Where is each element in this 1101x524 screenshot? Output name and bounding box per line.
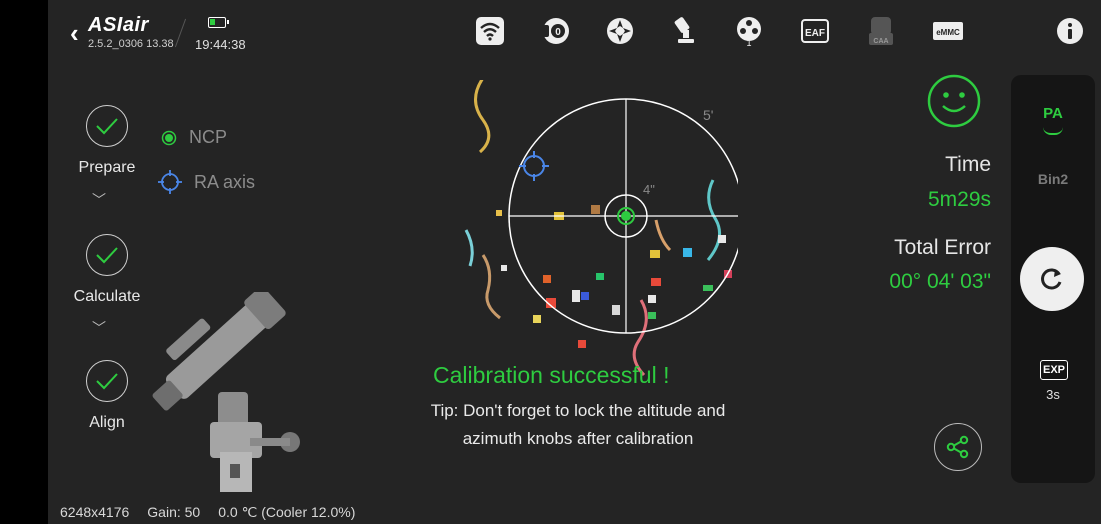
ra-crosshair-icon	[158, 170, 182, 194]
bin-button[interactable]: Bin2	[1011, 171, 1095, 187]
total-error-value: 00° 04' 03"	[889, 270, 991, 293]
app-logo: ASIair	[88, 14, 149, 36]
calibration-success-message: Calibration successful !	[433, 362, 670, 388]
tip-line-1: Tip: Don't forget to lock the altitude a…	[430, 401, 726, 420]
back-chevron-icon[interactable]: ‹	[70, 18, 79, 49]
mode-pa-button[interactable]: PA	[1011, 105, 1095, 122]
caa-label: CAA	[873, 38, 888, 45]
tip-message: Tip: Don't forget to lock the altitude a…	[378, 397, 778, 453]
share-icon	[946, 435, 969, 459]
temperature-label: 0.0 ℃ (Cooler 12.0%)	[218, 504, 356, 520]
emmc-label: eMMC	[936, 28, 960, 37]
legend-ncp: NCP	[161, 127, 227, 148]
device-bezel	[0, 0, 48, 524]
smiley-icon	[927, 74, 981, 128]
battery-icon	[208, 17, 229, 28]
ncp-dot-icon	[161, 130, 177, 145]
app-screen: ‹ ASIair 2.5.2_0306 13.38 19:44:38 0 1 E…	[48, 0, 1101, 524]
chevron-down-icon: ﹀	[92, 192, 106, 208]
filter-number: 1	[746, 38, 751, 47]
clock-label: 19:44:38	[195, 37, 246, 52]
step-align: Align	[62, 360, 152, 432]
info-icon[interactable]	[1053, 14, 1087, 48]
step-label: Calculate	[73, 288, 141, 305]
svg-text:0: 0	[555, 27, 561, 38]
refresh-icon	[1041, 268, 1062, 290]
telescope-illustration	[152, 292, 300, 492]
time-value: 5m29s	[927, 188, 991, 211]
guide-icon[interactable]	[603, 14, 637, 48]
exposure-badge[interactable]: EXP	[1040, 360, 1068, 380]
step-label: Prepare	[78, 159, 136, 176]
eaf-label: EAF	[805, 28, 825, 39]
check-icon	[86, 105, 128, 147]
camera-icon[interactable]: 0	[539, 14, 573, 48]
tip-line-2: azimuth knobs after calibration	[462, 429, 694, 448]
gain-label: Gain: 50	[147, 504, 201, 520]
confetti-decoration	[464, 80, 732, 377]
mode-indicator	[1043, 127, 1063, 135]
check-icon	[86, 234, 128, 276]
step-prepare: Prepare	[62, 105, 152, 177]
total-error-label: Total Error	[894, 236, 991, 259]
legend-ra-axis: RA axis	[158, 170, 255, 194]
ra-axis-marker	[519, 151, 549, 181]
legend-ncp-label: NCP	[189, 127, 228, 147]
inner-scale-label: 4"	[643, 182, 655, 197]
emmc-icon[interactable]: eMMC	[931, 14, 965, 48]
share-button[interactable]	[934, 423, 982, 471]
wifi-icon[interactable]	[473, 14, 507, 48]
caa-icon[interactable]: CAA	[864, 14, 898, 48]
resolution-label: 6248x4176	[60, 504, 130, 520]
refresh-button[interactable]	[1020, 247, 1084, 311]
divider	[174, 18, 187, 48]
step-calculate: Calculate	[62, 234, 152, 306]
alignment-target: 5' 4"	[464, 80, 738, 377]
outer-scale-label: 5'	[703, 107, 713, 123]
version-label: 2.5.2_0306 13.38	[88, 38, 174, 50]
step-label: Align	[89, 414, 125, 431]
check-icon	[86, 360, 128, 402]
time-label: Time	[945, 153, 991, 176]
chevron-down-icon: ﹀	[92, 320, 106, 336]
filter-wheel-icon[interactable]: 1	[732, 14, 766, 48]
mount-icon[interactable]	[668, 14, 702, 48]
status-bar: 6248x4176 Gain: 50 0.0 ℃ (Cooler 12.0%)	[60, 504, 355, 521]
eaf-icon[interactable]: EAF	[798, 14, 832, 48]
exposure-value: 3s	[1046, 387, 1060, 402]
legend-ra-label: RA axis	[194, 171, 256, 192]
right-control-panel: PA Bin2 EXP 3s	[1011, 75, 1095, 483]
top-bar: ‹ ASIair 2.5.2_0306 13.38 19:44:38 0 1 E…	[48, 0, 1101, 62]
